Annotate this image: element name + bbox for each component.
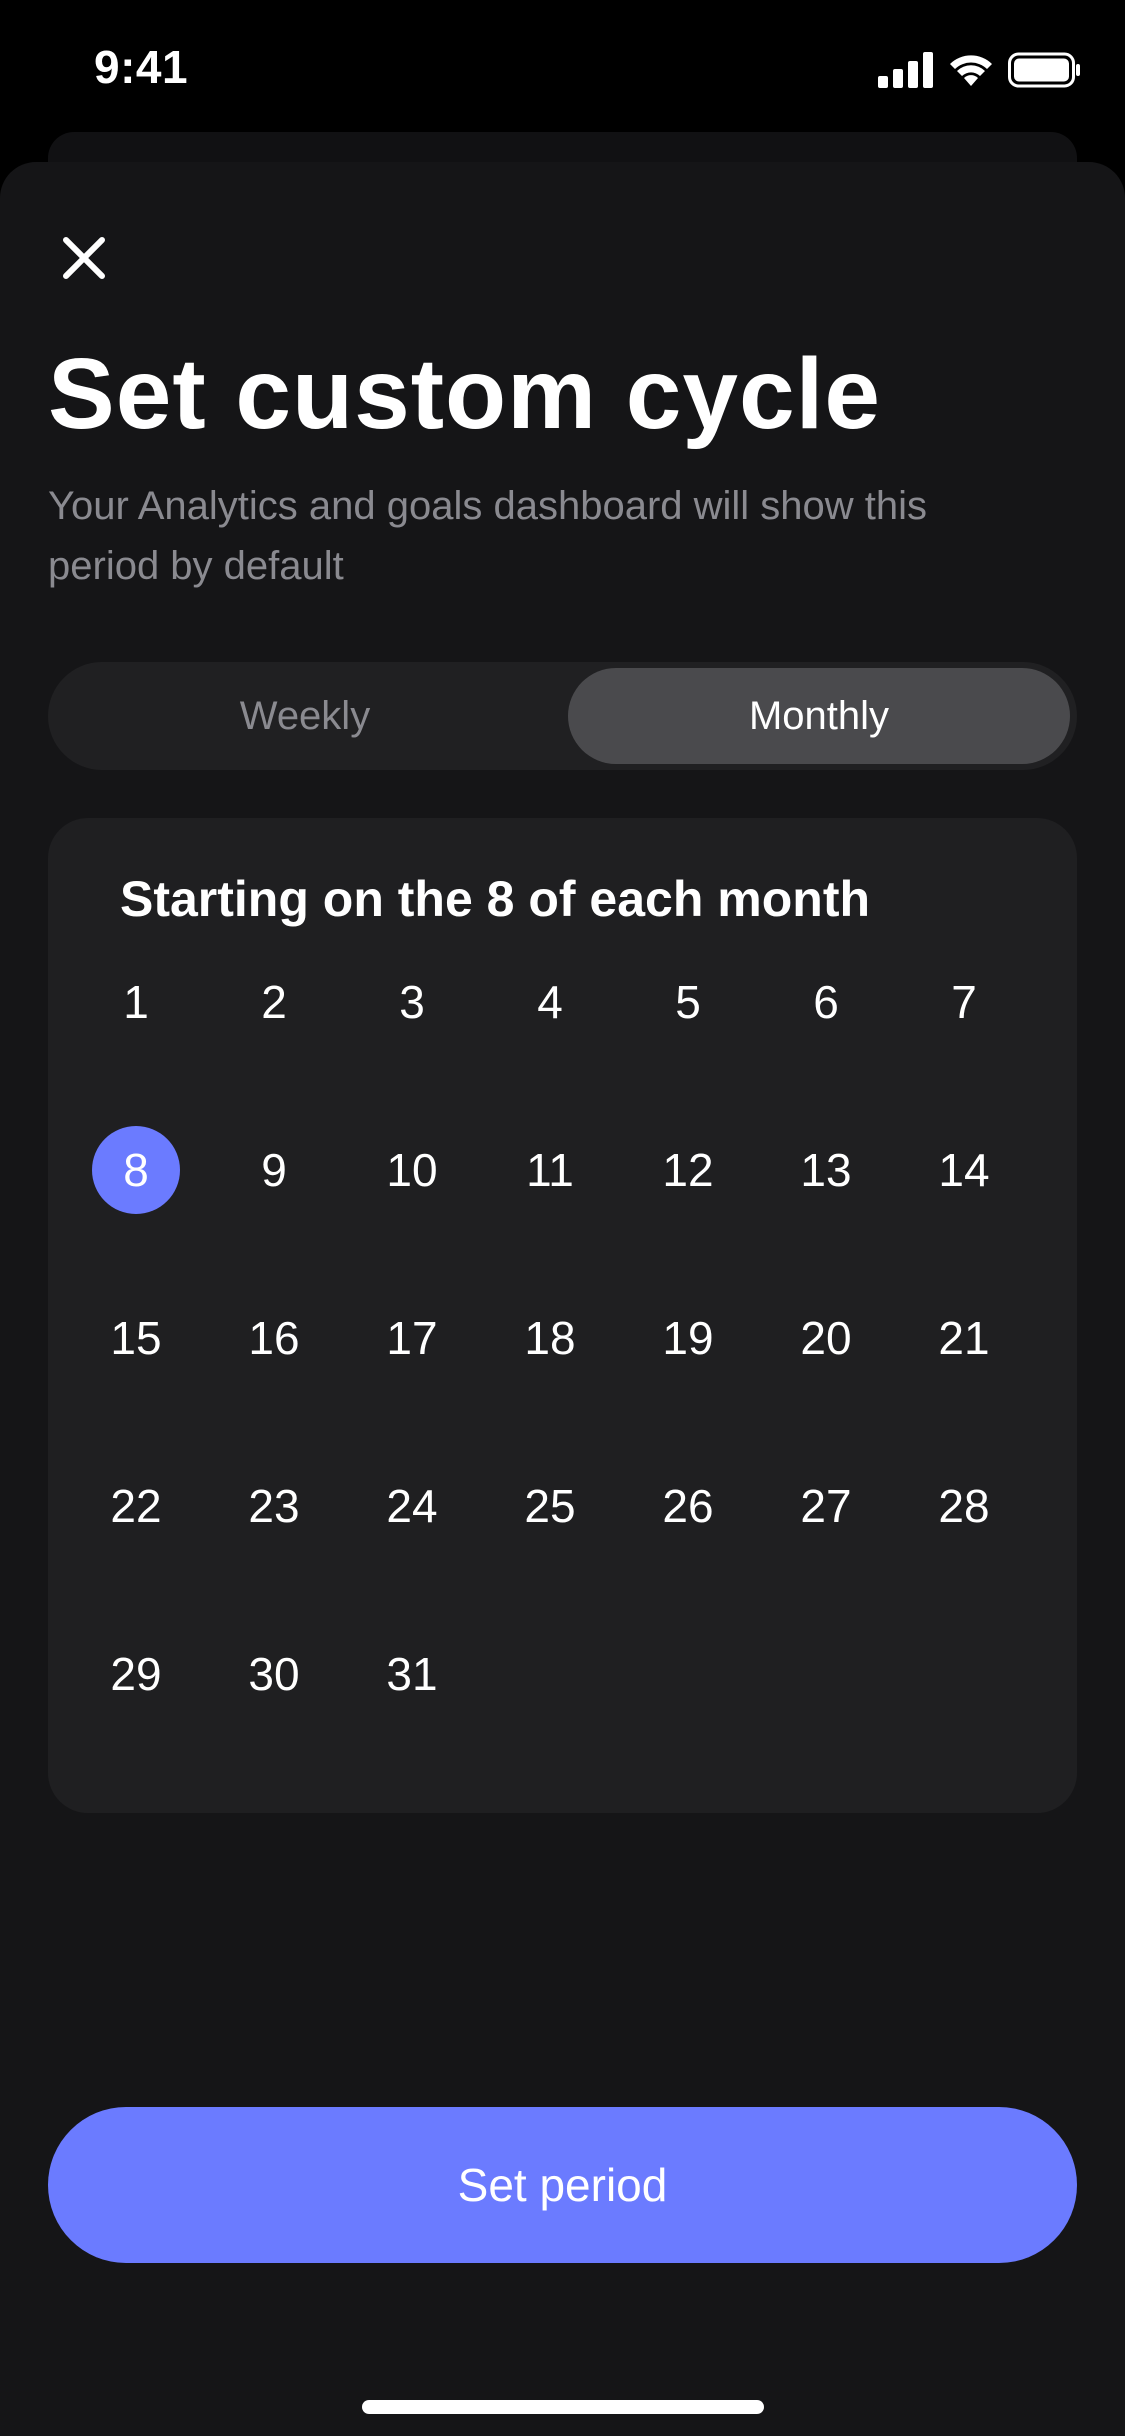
day-cell[interactable]: 7 xyxy=(920,958,1008,1046)
close-button[interactable] xyxy=(48,222,120,294)
day-cell[interactable]: 21 xyxy=(920,1294,1008,1382)
day-cell[interactable]: 22 xyxy=(92,1462,180,1550)
screen: 9:41 Set custom cycle Your Analytics and… xyxy=(0,0,1125,2436)
day-cell[interactable]: 26 xyxy=(644,1462,732,1550)
day-cell[interactable]: 30 xyxy=(230,1630,318,1718)
day-cell[interactable]: 11 xyxy=(506,1126,594,1214)
custom-cycle-sheet: Set custom cycle Your Analytics and goal… xyxy=(0,162,1125,2436)
page-subtitle: Your Analytics and goals dashboard will … xyxy=(48,484,928,588)
cycle-segmented-control: Weekly Monthly xyxy=(48,662,1077,770)
day-cell[interactable]: 24 xyxy=(368,1462,456,1550)
day-picker-heading: Starting on the 8 of each month xyxy=(120,871,871,927)
day-cell[interactable]: 5 xyxy=(644,958,732,1046)
day-cell[interactable]: 28 xyxy=(920,1462,1008,1550)
wifi-icon xyxy=(950,55,992,86)
day-cell[interactable]: 1 xyxy=(92,958,180,1046)
day-cell[interactable]: 23 xyxy=(230,1462,318,1550)
day-cell[interactable]: 16 xyxy=(230,1294,318,1382)
day-cell[interactable]: 10 xyxy=(368,1126,456,1214)
home-indicator xyxy=(362,2400,764,2414)
status-icons xyxy=(878,50,1082,90)
day-cell[interactable]: 3 xyxy=(368,958,456,1046)
segment-weekly[interactable]: Weekly xyxy=(54,668,556,764)
day-cell[interactable]: 2 xyxy=(230,958,318,1046)
day-cell[interactable]: 31 xyxy=(368,1630,456,1718)
segment-monthly[interactable]: Monthly xyxy=(568,668,1070,764)
day-cell[interactable]: 9 xyxy=(230,1126,318,1214)
day-cell[interactable]: 25 xyxy=(506,1462,594,1550)
day-cell[interactable]: 13 xyxy=(782,1126,870,1214)
day-cell-selected[interactable]: 8 xyxy=(92,1126,180,1214)
day-cell[interactable]: 15 xyxy=(92,1294,180,1382)
day-cell[interactable]: 12 xyxy=(644,1126,732,1214)
close-icon xyxy=(63,237,105,279)
signal-icon xyxy=(878,52,933,88)
day-cell[interactable]: 6 xyxy=(782,958,870,1046)
day-cell[interactable]: 18 xyxy=(506,1294,594,1382)
day-picker-card: Starting on the 8 of each month 12345678… xyxy=(48,818,1077,1813)
days-grid: 1 2 3 4 5 6 7 8 9 10 11 12 13 14 15 16 17 18 19 20 21 22 23 24 2… xyxy=(92,958,1060,1718)
status-time: 9:41 xyxy=(94,41,189,93)
day-cell[interactable]: 19 xyxy=(644,1294,732,1382)
page-title: Set custom cycle xyxy=(48,338,882,450)
status-bar: 9:41 xyxy=(0,0,1125,135)
day-cell[interactable]: 27 xyxy=(782,1462,870,1550)
set-period-button[interactable]: Set period xyxy=(48,2107,1077,2263)
day-cell[interactable]: 29 xyxy=(92,1630,180,1718)
battery-icon xyxy=(1008,52,1080,88)
day-cell[interactable]: 17 xyxy=(368,1294,456,1382)
day-cell[interactable]: 4 xyxy=(506,958,594,1046)
day-cell[interactable]: 14 xyxy=(920,1126,1008,1214)
day-cell[interactable]: 20 xyxy=(782,1294,870,1382)
